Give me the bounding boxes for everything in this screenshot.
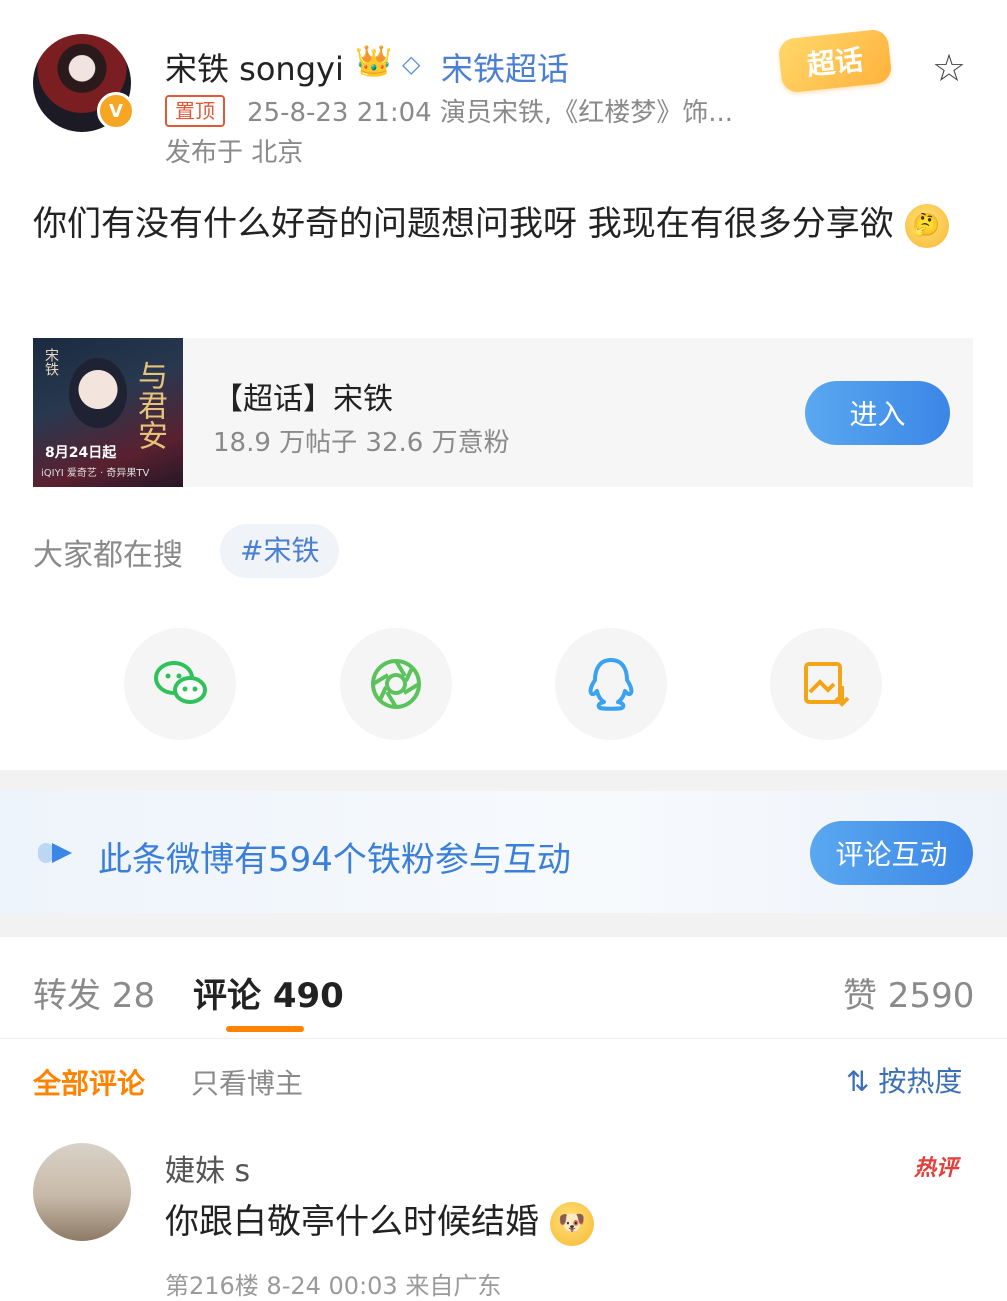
crown-icon: 👑 — [355, 44, 393, 79]
sort-icon: ⇅ — [846, 1065, 870, 1098]
author-avatar[interactable]: V — [33, 34, 135, 132]
section-divider — [0, 770, 1007, 791]
post-meta: 25-8-23 21:04 演员宋铁,《红楼梦》饰... — [247, 98, 733, 128]
topic-link[interactable]: 宋铁超话 — [441, 44, 569, 90]
author-name[interactable]: 宋铁 songyi — [165, 44, 344, 90]
tab-likes[interactable]: 赞 2590 — [843, 968, 974, 1017]
thinking-emoji-icon: 🤔 — [904, 203, 949, 248]
save-image-icon — [804, 662, 850, 707]
topic-card-title: 【超话】宋铁 — [213, 382, 393, 417]
filter-all-comments[interactable]: 全部评论 — [33, 1062, 145, 1102]
comment-text: 你跟白敬亭什么时候结婚 🐶 — [165, 1194, 594, 1246]
topic-card-stats: 18.9 万帖子 32.6 万意粉 — [213, 428, 510, 458]
interaction-icon — [38, 843, 72, 863]
filter-author-only[interactable]: 只看博主 — [191, 1062, 303, 1102]
comment-body: 你跟白敬亭什么时候结婚 — [165, 1202, 539, 1242]
post-body: 你们有没有什么好奇的问题想问我呀 我现在有很多分享欲 — [33, 204, 894, 244]
enter-button[interactable]: 进入 — [805, 381, 950, 445]
topic-card[interactable]: 宋铁 与君安 8月24日起 iQIYI 爱奇艺 · 奇异果TV 【超话】宋铁 1… — [33, 338, 973, 487]
topic-poster-image: 宋铁 与君安 8月24日起 iQIYI 爱奇艺 · 奇异果TV — [33, 338, 183, 487]
diamond-icon: ◇ — [402, 50, 421, 78]
qq-icon — [588, 658, 634, 711]
pinned-badge: 置顶 — [165, 95, 225, 127]
hashtag-chip[interactable]: #宋铁 — [220, 524, 340, 578]
doge-emoji-icon: 🐶 — [549, 1201, 594, 1246]
post-text: 你们有没有什么好奇的问题想问我呀 我现在有很多分享欲 🤔 — [33, 196, 973, 252]
poster-face — [69, 358, 127, 428]
commenter-name[interactable]: 婕妹 s — [165, 1146, 250, 1190]
verified-badge-icon: V — [97, 92, 135, 130]
poster-title: 与君安 — [132, 360, 167, 450]
hot-comment-badge: 热评 — [914, 1156, 959, 1181]
active-tab-indicator — [226, 1026, 304, 1032]
poster-name: 宋铁 — [43, 348, 59, 376]
section-divider — [0, 913, 1007, 937]
wechat-icon — [154, 661, 207, 704]
post-location: 发布于 北京 — [165, 138, 304, 168]
share-moments-button[interactable] — [340, 628, 452, 740]
tab-repost[interactable]: 转发 28 — [33, 968, 155, 1017]
sort-by-hot-button[interactable]: ⇅ 按热度 — [846, 1060, 962, 1100]
poster-platforms: iQIYI 爱奇艺 · 奇异果TV — [41, 468, 150, 479]
moments-icon — [371, 659, 421, 709]
trending-search-label: 大家都在搜 — [33, 538, 183, 573]
comment-interact-button[interactable]: 评论互动 — [810, 821, 973, 885]
chaohua-badge[interactable]: 超话 — [777, 28, 893, 94]
commenter-avatar[interactable] — [33, 1143, 131, 1241]
interaction-banner-text: 此条微博有594个铁粉参与互动 — [98, 840, 571, 880]
tabs-divider — [0, 1038, 1007, 1039]
sort-label: 按热度 — [878, 1065, 963, 1098]
save-image-button[interactable] — [770, 628, 882, 740]
share-wechat-button[interactable] — [124, 628, 236, 740]
share-qq-button[interactable] — [555, 628, 667, 740]
poster-date: 8月24日起 — [45, 445, 117, 461]
star-icon[interactable]: ☆ — [932, 46, 966, 90]
tab-comments[interactable]: 评论 490 — [193, 968, 344, 1017]
comment-meta: 第216楼 8-24 00:03 来自广东 — [165, 1272, 502, 1300]
